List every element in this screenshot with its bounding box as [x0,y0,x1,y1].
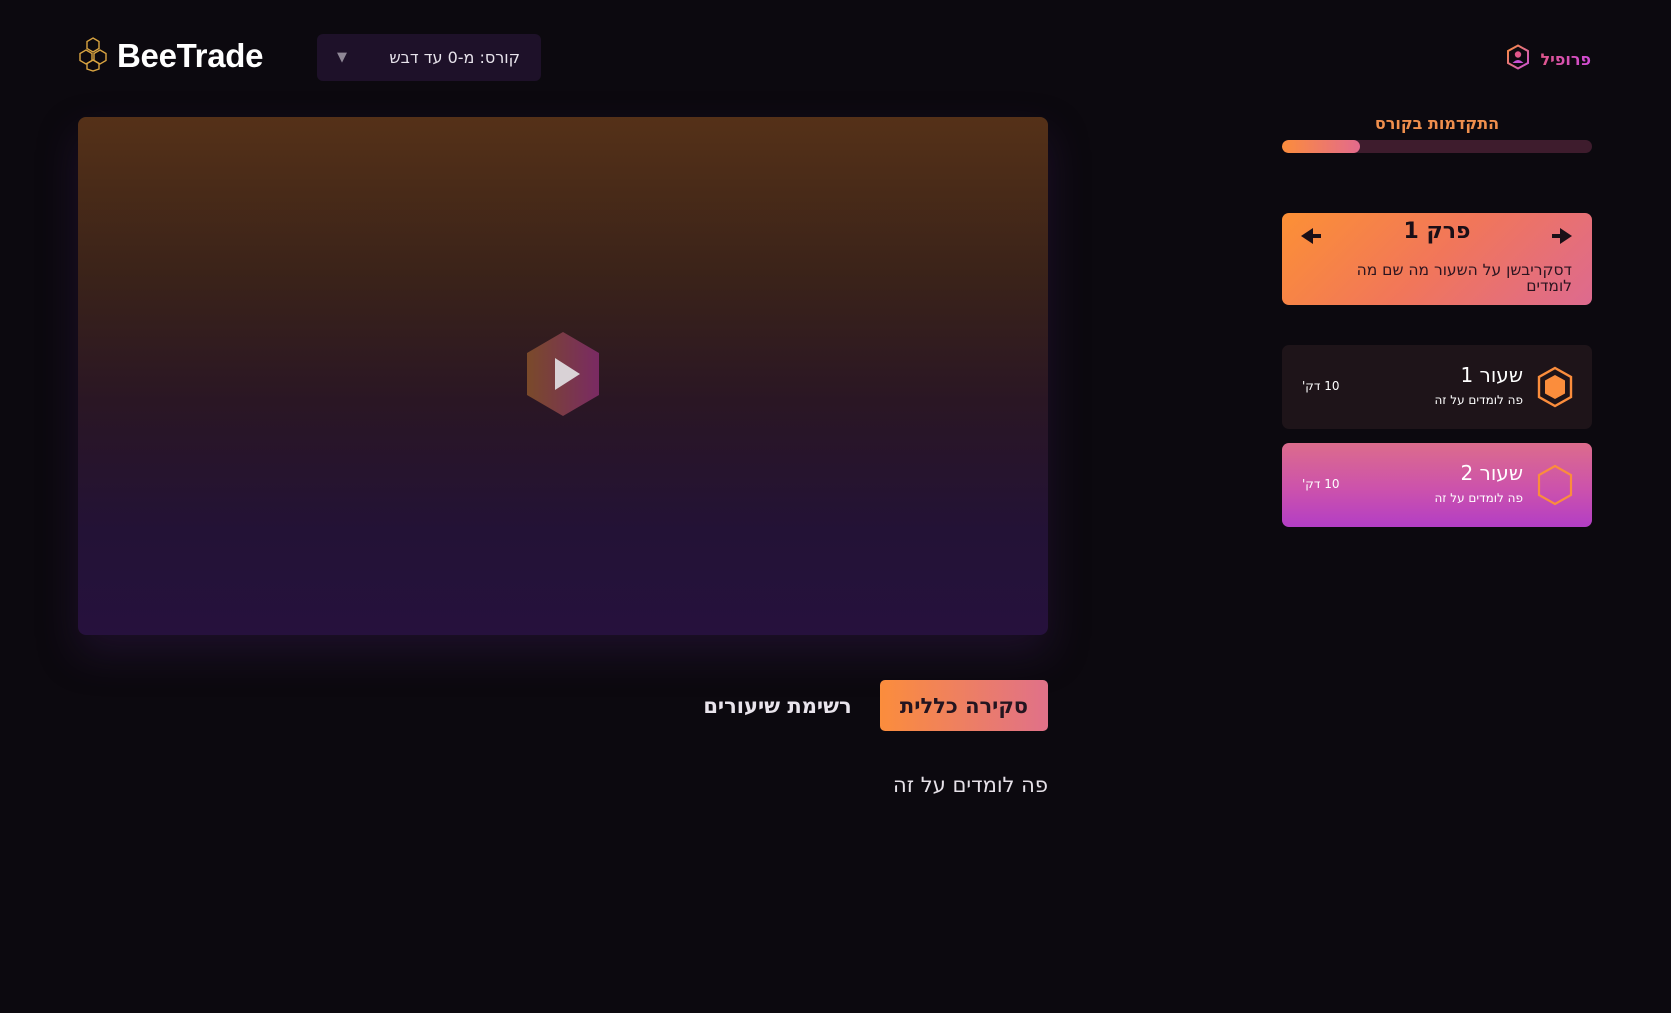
chapter-description: דסקריבשן על השעור מה שם מה לומדים [1356,261,1572,295]
arrow-right-icon [1552,228,1572,244]
honeycomb-icon [77,36,109,76]
user-hexagon-icon [1506,44,1530,74]
lesson-title: שעור 2 [1460,461,1523,485]
next-chapter-button[interactable] [1550,225,1574,247]
course-select[interactable]: ▼ קורס: מ-0 עד דבש [317,34,541,81]
profile-link[interactable]: פרופיל [1506,44,1591,74]
lesson-duration: 10 דק' [1302,379,1340,393]
lesson-subtitle: פה לומדים על זה [1434,491,1523,505]
brand-name: BeeTrade [117,37,264,74]
progress-title: התקדמות בקורס [1374,114,1500,133]
hexagon-outline-icon [1536,464,1574,506]
video-player[interactable] [78,117,1048,635]
brand-logo[interactable]: BeeTrade [77,36,263,76]
chapter-card: פרק 1 דסקריבשן על השעור מה שם מה לומדים [1282,213,1592,305]
lesson-duration: 10 דק' [1302,477,1340,491]
lesson-item-2[interactable]: שעור 2 פה לומדים על זה 10 דק' [1282,443,1592,527]
progress-bar-fill [1282,140,1360,153]
tab-lessons-list[interactable]: רשימת שיעורים [690,680,865,731]
progress-bar [1282,140,1592,153]
lesson-title: שעור 1 [1460,363,1523,387]
hexagon-filled-icon [1536,366,1574,408]
profile-label: פרופיל [1540,49,1591,69]
chevron-down-icon: ▼ [337,50,347,65]
lesson-item-1[interactable]: שעור 1 פה לומדים על זה 10 דק' [1282,345,1592,429]
course-select-label: קורס: מ-0 עד דבש [389,48,520,67]
chapter-title: פרק 1 [1403,219,1471,244]
play-hexagon-icon [527,332,599,416]
tab-overview[interactable]: סקירה כללית [880,680,1048,731]
course-page: BeeTrade ▼ קורס: מ-0 עד דבש פרופיל סקירה… [0,0,1671,1013]
play-button[interactable] [524,330,602,418]
overview-content: פה לומדים על זה [893,773,1048,797]
lesson-subtitle: פה לומדים על זה [1434,393,1523,407]
